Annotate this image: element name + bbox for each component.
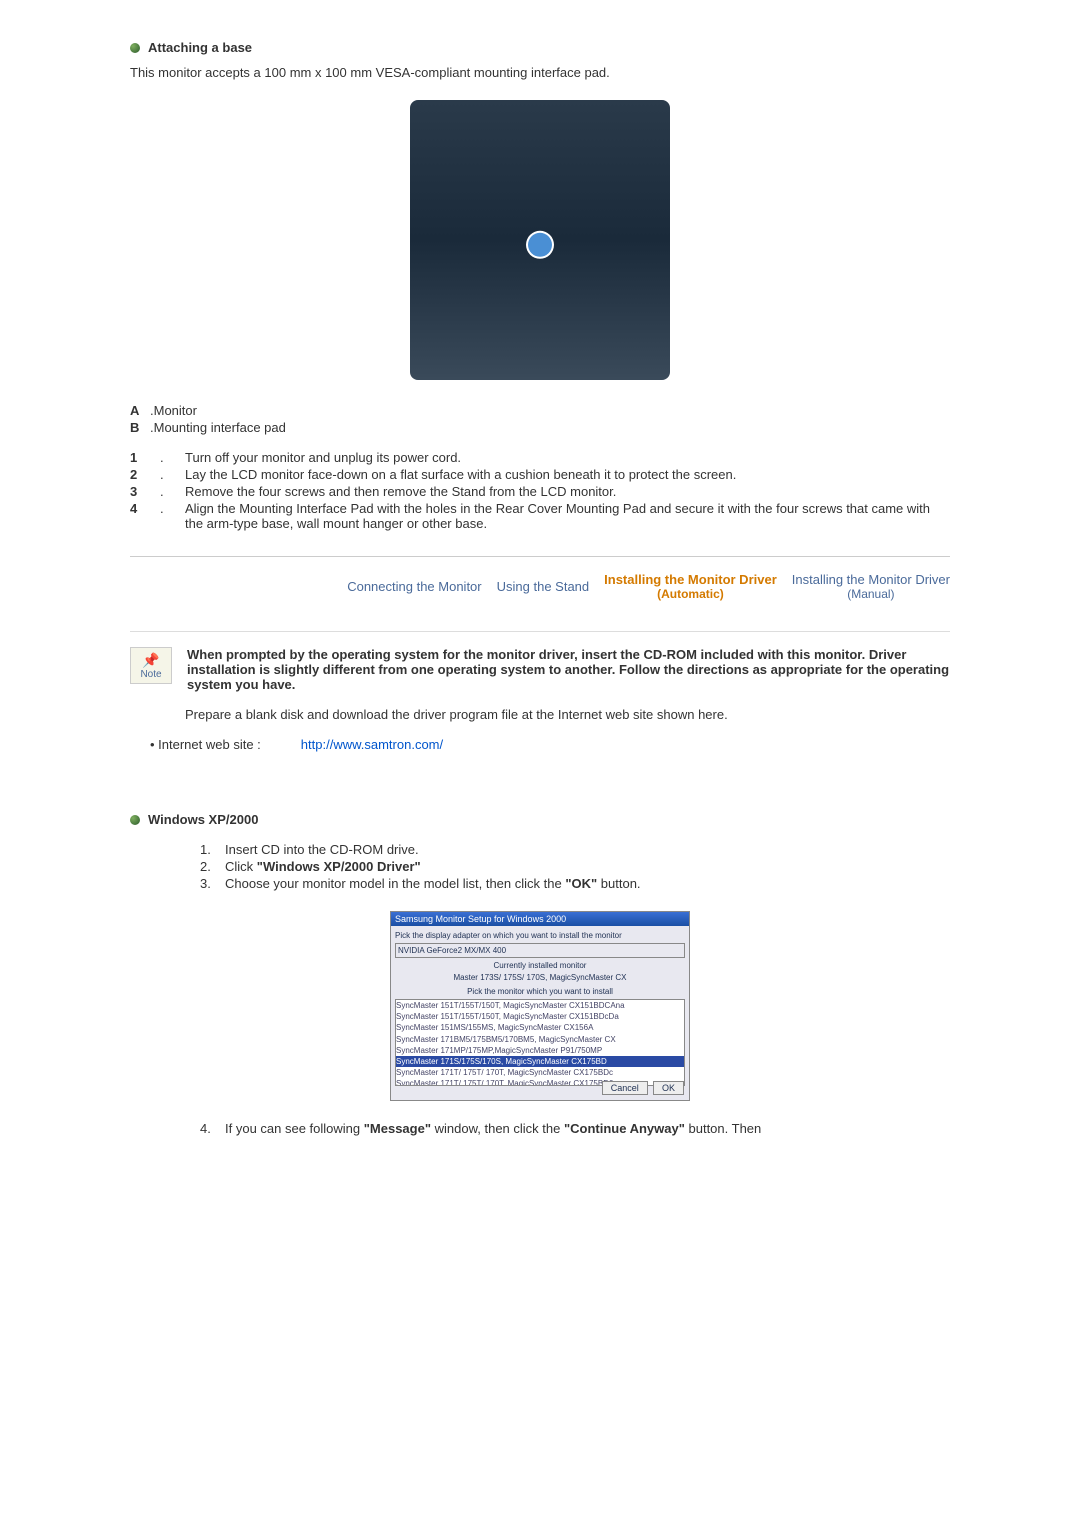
note-box: 📌 Note When prompted by the operating sy… — [130, 647, 950, 692]
tab-install-manual[interactable]: Installing the Monitor Driver (Manual) — [792, 572, 950, 601]
ol-num: 3. — [200, 876, 225, 891]
win-step-1: 1. Insert CD into the CD-ROM drive. — [200, 842, 950, 857]
step-dot: . — [160, 501, 185, 531]
ol-num: 1. — [200, 842, 225, 857]
step-num: 4 — [130, 501, 160, 531]
win-step-3: 3. Choose your monitor model in the mode… — [200, 876, 950, 891]
bold: "Windows XP/2000 Driver" — [257, 859, 421, 874]
note-label: Note — [140, 669, 161, 680]
section-title-win: Windows XP/2000 — [148, 812, 258, 827]
label-list: A .Monitor B .Mounting interface pad — [130, 403, 950, 435]
note-text: When prompted by the operating system fo… — [187, 647, 950, 692]
divider — [130, 631, 950, 632]
step-text: Turn off your monitor and unplug its pow… — [185, 450, 950, 465]
suffix: button. Then — [685, 1121, 761, 1136]
note-icon: 📌 Note — [130, 647, 172, 684]
label-b-text: .Mounting interface pad — [150, 420, 286, 435]
tab-connecting[interactable]: Connecting the Monitor — [347, 579, 481, 594]
intro-text: This monitor accepts a 100 mm x 100 mm V… — [130, 65, 950, 80]
link-url[interactable]: http://www.samtron.com/ — [301, 737, 443, 752]
dialog-screenshot: Samsung Monitor Setup for Windows 2000 P… — [390, 911, 690, 1101]
step-text: Align the Mounting Interface Pad with th… — [185, 501, 950, 531]
divider — [130, 556, 950, 557]
step-text: Lay the LCD monitor face-down on a flat … — [185, 467, 950, 482]
prefix: Click — [225, 859, 257, 874]
bold: "OK" — [565, 876, 597, 891]
tab-label: Installing the Monitor Driver — [604, 572, 777, 587]
tab-sub: (Manual) — [792, 587, 950, 601]
dialog-line: Currently installed monitor — [395, 960, 685, 971]
prefix: Choose your monitor model in the model l… — [225, 876, 565, 891]
pin-icon: 📌 — [142, 652, 159, 669]
tab-using[interactable]: Using the Stand — [497, 579, 590, 594]
cancel-button[interactable]: Cancel — [602, 1081, 648, 1095]
tab-install-auto[interactable]: Installing the Monitor Driver (Automatic… — [604, 572, 777, 601]
ol-text: If you can see following "Message" windo… — [225, 1121, 761, 1136]
label-b-key: B — [130, 420, 150, 435]
step-num: 3 — [130, 484, 160, 499]
prepare-text: Prepare a blank disk and download the dr… — [185, 707, 950, 722]
step-dot: . — [160, 484, 185, 499]
ol-num: 4. — [200, 1121, 225, 1136]
step-num: 1 — [130, 450, 160, 465]
dialog-line: Pick the monitor which you want to insta… — [395, 986, 685, 997]
ol-text: Insert CD into the CD-ROM drive. — [225, 842, 419, 857]
dialog-line: NVIDIA GeForce2 MX/MX 400 — [395, 943, 685, 958]
dialog-line: Master 173S/ 175S/ 170S, MagicSyncMaster… — [395, 972, 685, 983]
step-num: 2 — [130, 467, 160, 482]
prefix: If you can see following — [225, 1121, 364, 1136]
dialog-line: Pick the display adapter on which you wa… — [395, 930, 685, 941]
dialog-buttons: Cancel OK — [599, 1081, 684, 1095]
win-steps: 1. Insert CD into the CD-ROM drive. 2. C… — [200, 842, 950, 891]
step-4: 4 . Align the Mounting Interface Pad wit… — [130, 501, 950, 531]
ok-button[interactable]: OK — [653, 1081, 684, 1095]
dialog-list: SyncMaster 151T/155T/150T, MagicSyncMast… — [395, 999, 685, 1086]
label-a-key: A — [130, 403, 150, 418]
step-1: 1 . Turn off your monitor and unplug its… — [130, 450, 950, 465]
section-header: Attaching a base — [130, 40, 950, 55]
mid: window, then click the — [431, 1121, 564, 1136]
bullet-icon — [130, 815, 140, 825]
ol-num: 2. — [200, 859, 225, 874]
dialog-body: Pick the display adapter on which you wa… — [395, 930, 685, 1086]
win-step-4: 4. If you can see following "Message" wi… — [200, 1121, 950, 1136]
windows-section: Windows XP/2000 1. Insert CD into the CD… — [130, 812, 950, 1136]
label-row-b: B .Mounting interface pad — [130, 420, 950, 435]
bullet-icon — [130, 43, 140, 53]
step-2: 2 . Lay the LCD monitor face-down on a f… — [130, 467, 950, 482]
bold: "Message" — [364, 1121, 431, 1136]
section-title: Attaching a base — [148, 40, 252, 55]
dialog-title: Samsung Monitor Setup for Windows 2000 — [391, 912, 689, 926]
win-step-2: 2. Click "Windows XP/2000 Driver" — [200, 859, 950, 874]
steps-list: 1 . Turn off your monitor and unplug its… — [130, 450, 950, 531]
step-text: Remove the four screws and then remove t… — [185, 484, 950, 499]
ol-text: Choose your monitor model in the model l… — [225, 876, 641, 891]
tab-label: Installing the Monitor Driver — [792, 572, 950, 587]
step-3: 3 . Remove the four screws and then remo… — [130, 484, 950, 499]
monitor-image — [130, 100, 950, 383]
label-a-text: .Monitor — [150, 403, 197, 418]
bold: "Continue Anyway" — [564, 1121, 685, 1136]
link-label: Internet web site : — [150, 737, 261, 752]
ol-text: Click "Windows XP/2000 Driver" — [225, 859, 421, 874]
suffix: button. — [597, 876, 640, 891]
link-row: Internet web site : http://www.samtron.c… — [150, 737, 950, 752]
tab-row: Connecting the Monitor Using the Stand I… — [130, 572, 950, 601]
monitor-back-illustration — [410, 100, 670, 380]
section-header-win: Windows XP/2000 — [130, 812, 950, 827]
step-dot: . — [160, 450, 185, 465]
label-row-a: A .Monitor — [130, 403, 950, 418]
tab-sub: (Automatic) — [604, 587, 777, 601]
step-dot: . — [160, 467, 185, 482]
